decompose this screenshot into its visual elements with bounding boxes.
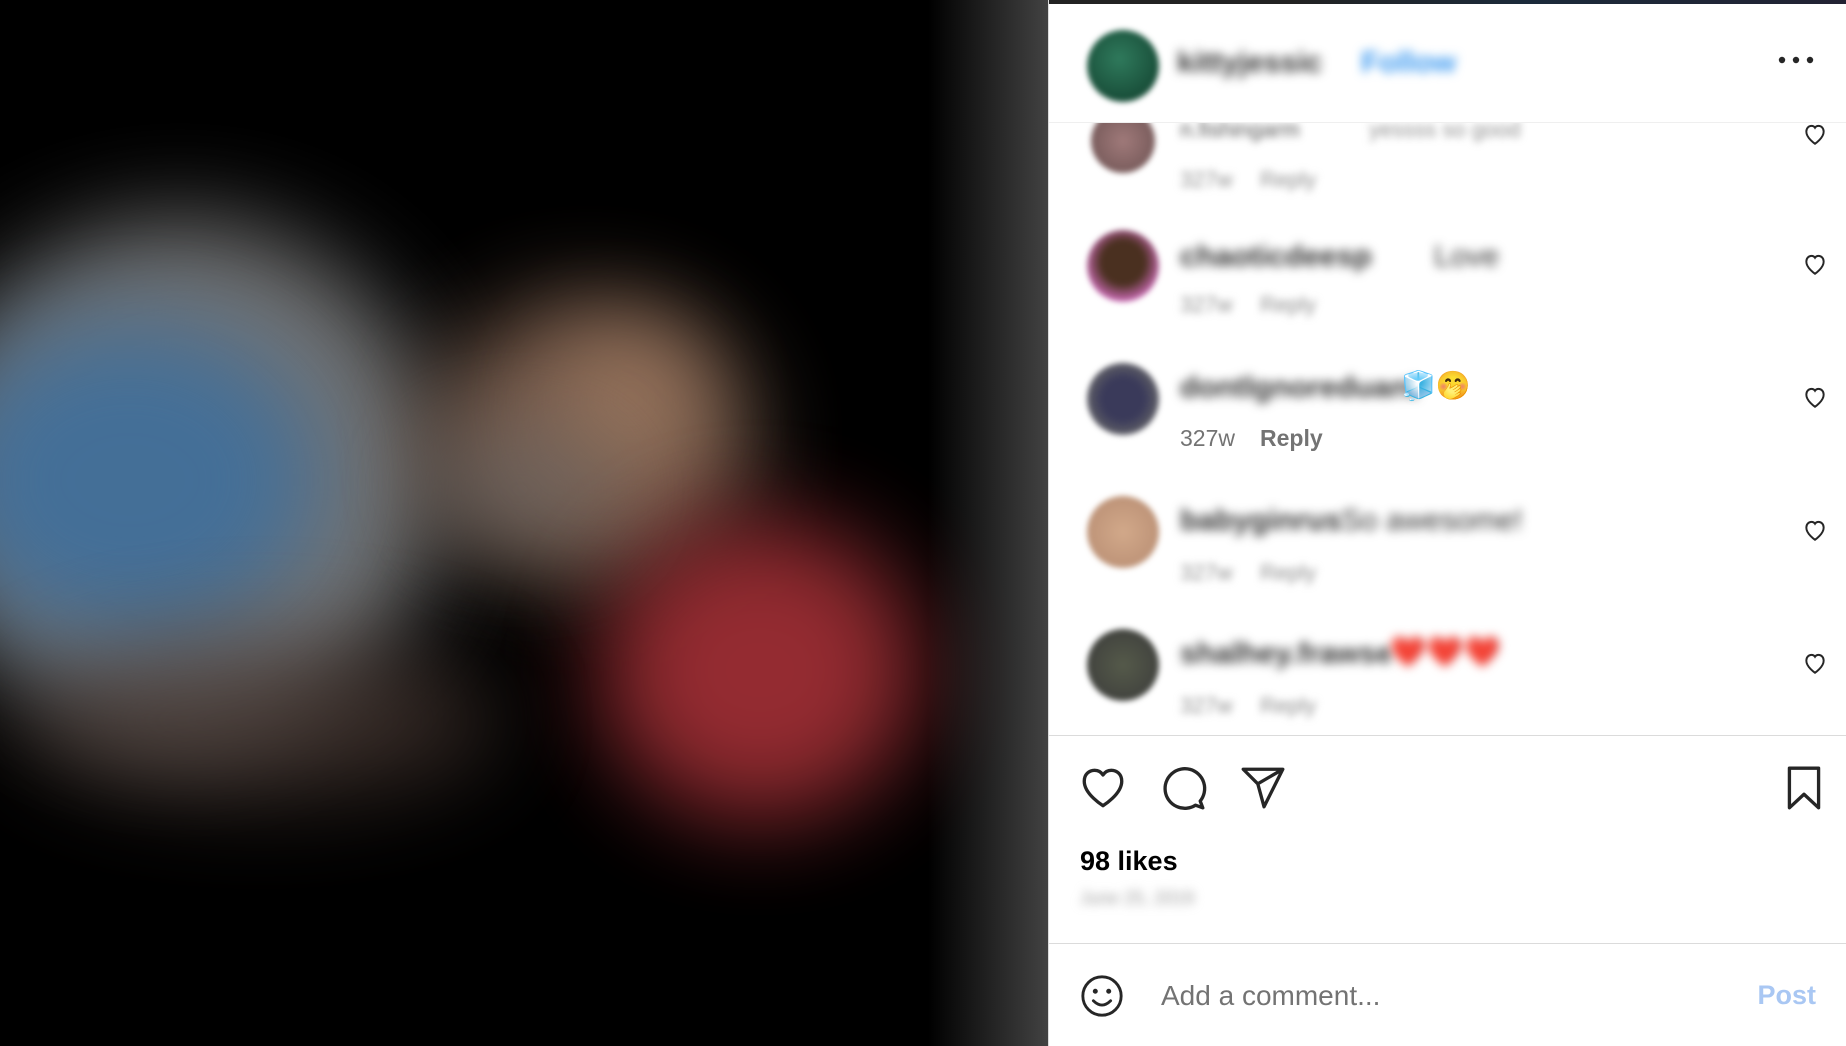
comment-time[interactable]: 327w (1180, 167, 1233, 193)
heart-icon[interactable] (1802, 650, 1828, 676)
comment-item: shalhey.frawse ❤️❤️❤️ 327w Reply (1049, 599, 1846, 732)
author-avatar[interactable] (1087, 30, 1159, 102)
comment-username[interactable]: babyginrus (1180, 504, 1342, 538)
commenter-avatar[interactable] (1087, 363, 1159, 435)
media-blob (600, 520, 920, 820)
commenter-avatar[interactable] (1087, 496, 1159, 568)
author-username[interactable]: kittyjessic (1177, 46, 1322, 80)
comment-item: chaoticdeesp Love 327w Reply (1049, 200, 1846, 333)
likes-count[interactable]: 98 likes (1080, 846, 1178, 877)
comment-reply[interactable]: Reply (1260, 167, 1316, 193)
actions-divider (1049, 735, 1846, 736)
comment-time[interactable]: 327w (1180, 425, 1235, 452)
heart-icon[interactable] (1802, 123, 1828, 147)
more-horizontal-icon[interactable] (1776, 52, 1816, 68)
comment-item: n.fishingarm yessss so good 327w Reply (1049, 123, 1846, 200)
comment-text: 🧊🤭 (1401, 370, 1471, 401)
comment-reply[interactable]: Reply (1260, 292, 1316, 318)
follow-link[interactable]: Follow (1361, 46, 1456, 80)
post-date: June 25, 2019 (1080, 888, 1195, 908)
comment-item: dontlgnoreduant 🧊🤭 327w Reply (1049, 333, 1846, 466)
post-comment-button[interactable]: Post (1757, 980, 1816, 1011)
post-media[interactable] (0, 0, 1048, 1046)
comment-reply[interactable]: Reply (1260, 560, 1316, 586)
share-send-icon[interactable] (1238, 763, 1288, 813)
heart-icon[interactable] (1802, 384, 1828, 410)
comment-username[interactable]: shalhey.frawse (1180, 637, 1393, 671)
comment-username[interactable]: chaoticdeesp (1180, 240, 1372, 274)
comment-bubble-icon[interactable] (1158, 763, 1208, 813)
comment-item: babyginrus So awesome! 327w Reply (1049, 466, 1846, 599)
comment-time[interactable]: 327w (1180, 292, 1233, 318)
heart-icon[interactable] (1802, 251, 1828, 277)
comments-list[interactable]: n.fishingarm yessss so good 327w Reply c… (1049, 123, 1846, 735)
heart-icon[interactable] (1802, 517, 1828, 543)
add-comment-input[interactable] (1159, 970, 1723, 1022)
media-edge-fade (928, 0, 1048, 1046)
comment-text: So awesome! (1341, 504, 1523, 537)
add-comment-bar: Post (1049, 944, 1846, 1046)
comment-reply[interactable]: Reply (1260, 693, 1316, 719)
comment-time[interactable]: 327w (1180, 560, 1233, 586)
bookmark-icon[interactable] (1779, 763, 1829, 813)
emoji-smiley-icon[interactable] (1079, 973, 1125, 1019)
comment-username[interactable]: dontlgnoreduant (1180, 371, 1418, 405)
post-sidebar: kittyjessic Follow n.fishingarm yessss s… (1048, 0, 1846, 1046)
comment-text: Love (1434, 240, 1500, 273)
like-heart-icon[interactable] (1078, 763, 1128, 813)
commenter-avatar[interactable] (1091, 123, 1155, 173)
comment-text[interactable]: n.fishingarm (1180, 123, 1300, 143)
media-blob (20, 640, 500, 800)
comment-reply[interactable]: Reply (1260, 425, 1323, 452)
comment-text: ❤️❤️❤️ (1389, 636, 1502, 669)
comment-time[interactable]: 327w (1180, 693, 1233, 719)
post-header: kittyjessic Follow (1049, 4, 1846, 123)
commenter-avatar[interactable] (1087, 629, 1159, 701)
commenter-avatar[interactable] (1087, 230, 1159, 302)
media-blob (420, 430, 620, 550)
comment-text: yessss so good (1369, 123, 1521, 142)
